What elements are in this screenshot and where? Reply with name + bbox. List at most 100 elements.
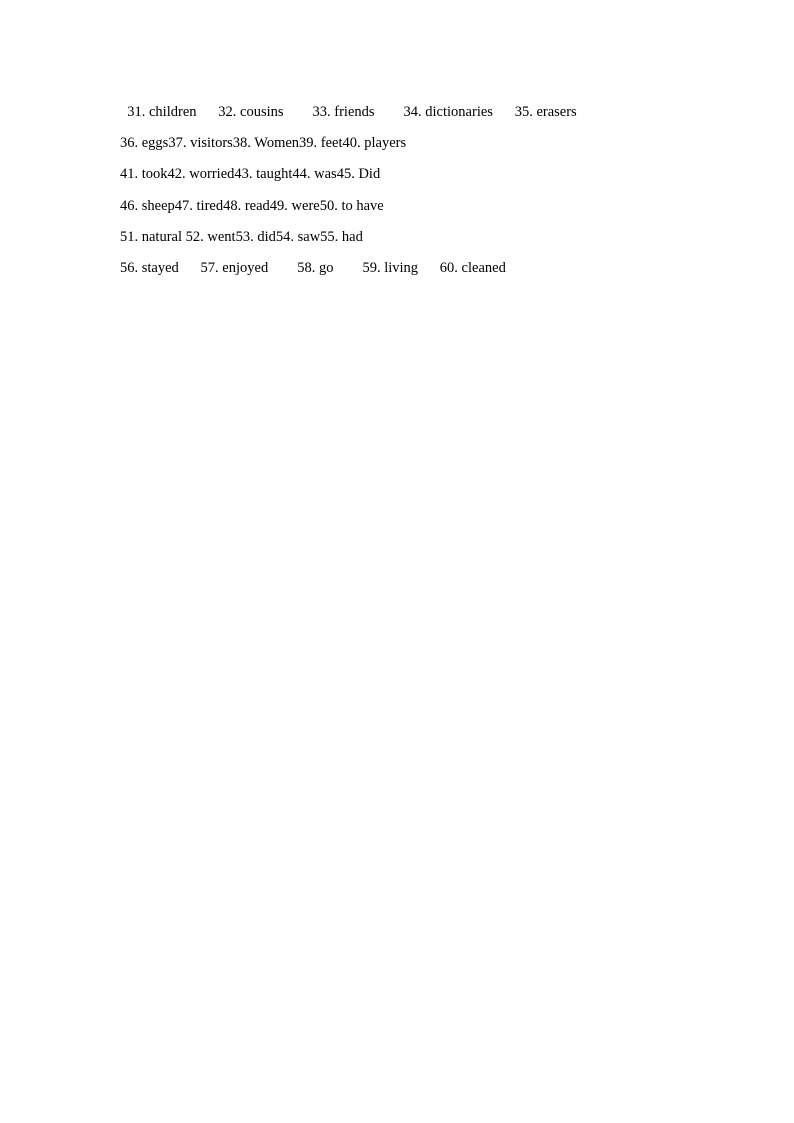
answer-item: 49. were	[270, 198, 320, 214]
answer-number: 54	[275, 229, 291, 245]
answer-word: cleaned	[461, 260, 506, 276]
spacing	[493, 104, 515, 120]
answer-word: Women	[254, 135, 300, 151]
answer-item: 53. did	[236, 229, 276, 245]
answer-item: 42. worried	[168, 166, 235, 182]
answer-number: 44	[292, 166, 307, 182]
answer-word: was	[314, 166, 337, 182]
answer-item: 51. natural	[120, 229, 186, 245]
answer-word: were	[291, 198, 320, 214]
answer-word: went	[207, 229, 236, 245]
answer-word: visitors	[190, 135, 233, 151]
answer-number: 56	[120, 260, 135, 276]
answer-number: 43	[234, 166, 249, 182]
answer-separator: .	[134, 166, 142, 182]
answer-separator: .	[313, 135, 321, 151]
answer-number: 41	[120, 166, 135, 182]
answer-number: 32	[218, 104, 233, 120]
answer-number: 39	[299, 135, 314, 151]
answer-number: 48	[223, 198, 238, 214]
answer-separator: .	[134, 229, 142, 245]
answer-separator: .	[182, 135, 191, 151]
answer-item: 47. tired	[175, 198, 223, 214]
answer-item: 55. had	[320, 229, 363, 245]
answer-item: 57. enjoyed	[201, 260, 298, 276]
answer-item: 50. to have	[320, 198, 384, 214]
answer-number: 37	[168, 135, 183, 151]
answer-word: friends	[334, 104, 375, 120]
answer-row-36-40: 36. eggs37. visitors38. Women39. feet40.…	[120, 134, 406, 152]
answer-number: 55	[320, 229, 335, 245]
answer-word: had	[341, 229, 363, 245]
answer-number: 58	[297, 260, 312, 276]
answer-item: 32. cousins	[218, 104, 312, 120]
answer-word: to have	[341, 198, 384, 214]
answer-word: read	[244, 198, 270, 214]
answer-item: 37. visitors	[168, 135, 232, 151]
answer-item: 44. was	[292, 166, 336, 182]
answer-number: 52	[185, 229, 201, 245]
answer-word: go	[318, 260, 334, 276]
answer-separator: .	[141, 104, 149, 120]
answer-number: 35	[514, 104, 530, 120]
answer-separator: .	[284, 198, 292, 214]
spacing	[284, 104, 313, 120]
answer-item: 45. Did	[337, 166, 381, 182]
spacing	[375, 104, 404, 120]
answer-number: 49	[269, 198, 285, 214]
answer-row-31-35: 31. children 32. cousins 33. friends 34.…	[120, 103, 577, 121]
answer-item: 39. feet	[299, 135, 342, 151]
answer-separator: .	[311, 260, 319, 276]
answer-separator: .	[290, 229, 298, 245]
answer-row-46-50: 46. sheep47. tired48. read49. were50. to…	[120, 197, 384, 215]
answer-separator: .	[134, 260, 142, 276]
answer-number: 47	[174, 198, 190, 214]
answer-word: took	[141, 166, 168, 182]
answer-number: 38	[232, 135, 248, 151]
answer-item: 60. cleaned	[440, 260, 506, 276]
answer-number: 33	[312, 104, 328, 120]
answer-number: 40	[342, 135, 358, 151]
answer-separator: .	[334, 229, 342, 245]
answer-word: worried	[189, 166, 235, 182]
answer-separator: .	[454, 260, 462, 276]
answer-separator: .	[232, 104, 241, 120]
answer-item: 34. dictionaries	[404, 104, 515, 120]
answer-item: 33. friends	[313, 104, 404, 120]
answer-row-51-55: 51. natural 52. went53. did54. saw55. ha…	[120, 228, 363, 246]
answer-number: 51	[120, 229, 135, 245]
answer-number: 36	[120, 135, 135, 151]
answer-item: 41. took	[120, 166, 168, 182]
spacing	[179, 260, 201, 276]
answer-number: 57	[200, 260, 216, 276]
document-page: 31. children 32. cousins 33. friends 34.…	[0, 0, 794, 1123]
answer-word: cousins	[240, 104, 284, 120]
answer-number: 31	[127, 104, 142, 120]
answer-item: 59. living	[362, 260, 439, 276]
answer-separator: .	[237, 198, 245, 214]
answer-number: 42	[167, 166, 183, 182]
answer-number: 50	[319, 198, 335, 214]
answer-item: 43. taught	[234, 166, 292, 182]
spacing	[268, 260, 297, 276]
answer-word: tired	[196, 198, 224, 214]
answer-row-56-60: 56. stayed 57. enjoyed 58. go 59. living…	[120, 259, 506, 277]
answer-separator: .	[134, 198, 142, 214]
answer-word: Did	[358, 166, 381, 182]
answer-word: taught	[256, 166, 293, 182]
answer-item: 56. stayed	[120, 260, 201, 276]
answer-word: saw	[297, 229, 321, 245]
answer-separator: .	[189, 198, 197, 214]
answer-item: 54. saw	[276, 229, 320, 245]
answer-row-41-45: 41. took42. worried43. taught44. was45. …	[120, 165, 380, 183]
answer-number: 46	[120, 198, 135, 214]
answer-item: 35. erasers	[515, 104, 577, 120]
answer-word: did	[257, 229, 276, 245]
spacing	[197, 104, 219, 120]
spacing	[418, 260, 440, 276]
spacing	[333, 260, 362, 276]
answer-item: 58. go	[297, 260, 362, 276]
answer-number: 60	[439, 260, 455, 276]
answer-word: eggs	[141, 135, 169, 151]
answer-number: 53	[235, 229, 251, 245]
